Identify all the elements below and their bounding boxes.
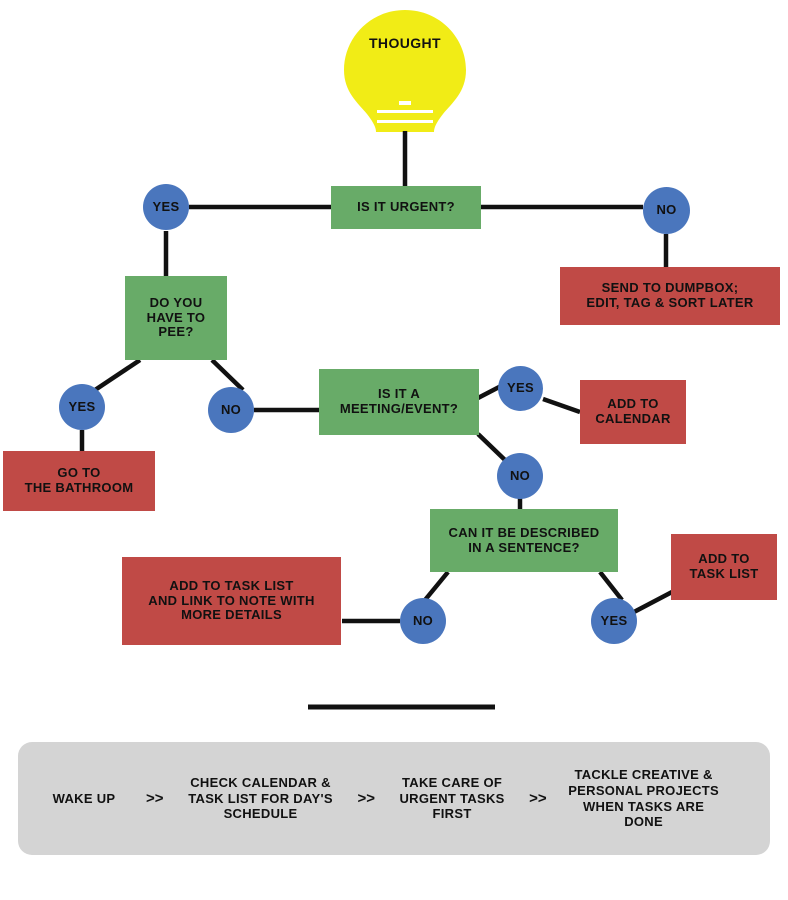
answer-urgent-yes[interactable]: YES xyxy=(143,184,189,230)
timeline-separator-1: >> xyxy=(146,790,164,807)
timeline-step-creative-projects: TACKLE CREATIVE & PERSONAL PROJECTS WHEN… xyxy=(568,767,719,830)
edge-sentence-to-yes xyxy=(598,570,624,602)
outcome-add-to-task-list-and-link[interactable]: ADD TO TASK LIST AND LINK TO NOTE WITH M… xyxy=(122,557,341,645)
edge-meeting-to-no xyxy=(476,432,507,462)
timeline-step-check-calendar: CHECK CALENDAR & TASK LIST FOR DAY'S SCH… xyxy=(188,775,333,822)
timeline-separator-2: >> xyxy=(357,790,376,807)
decision-do-you-have-to-pee[interactable]: DO YOU HAVE TO PEE? xyxy=(125,276,227,360)
answer-pee-no[interactable]: NO xyxy=(208,387,254,433)
edge-meetingyes-to-calendar xyxy=(542,396,581,415)
thought-label: THOUGHT xyxy=(368,35,441,51)
lightbulb-icon xyxy=(344,10,466,132)
edge-pee-to-yes xyxy=(93,358,142,392)
answer-pee-yes[interactable]: YES xyxy=(59,384,105,430)
flowchart-canvas: THOUGHT IS IT URGENT? DO YOU HAVE TO PEE… xyxy=(0,0,788,900)
answer-meeting-no[interactable]: NO xyxy=(497,453,543,499)
daily-routine-timeline: WAKE UP >> CHECK CALENDAR & TASK LIST FO… xyxy=(18,742,770,855)
answer-urgent-no[interactable]: NO xyxy=(643,187,690,234)
timeline-step-urgent-tasks: TAKE CARE OF URGENT TASKS FIRST xyxy=(399,775,505,822)
decision-can-it-be-described-in-a-sentence[interactable]: CAN IT BE DESCRIBED IN A SENTENCE? xyxy=(430,509,618,572)
decision-is-it-a-meeting-event[interactable]: IS IT A MEETING/EVENT? xyxy=(319,369,479,435)
outcome-add-to-calendar[interactable]: ADD TO CALENDAR xyxy=(580,380,686,444)
timeline-separator-3: >> xyxy=(529,790,547,807)
answer-sentence-yes[interactable]: YES xyxy=(591,598,637,644)
answer-meeting-yes[interactable]: YES xyxy=(498,366,543,411)
decision-is-it-urgent[interactable]: IS IT URGENT? xyxy=(331,186,481,229)
answer-sentence-no[interactable]: NO xyxy=(400,598,446,644)
edge-sentenceyes-to-tasklist xyxy=(632,590,674,614)
outcome-go-to-the-bathroom[interactable]: GO TO THE BATHROOM xyxy=(3,451,155,511)
edge-sentence-to-no xyxy=(423,570,450,602)
outcome-send-to-dumpbox[interactable]: SEND TO DUMPBOX; EDIT, TAG & SORT LATER xyxy=(560,267,780,325)
outcome-add-to-task-list[interactable]: ADD TO TASK LIST xyxy=(671,534,777,600)
edge-pee-to-no xyxy=(210,358,245,392)
timeline-step-wake-up: WAKE UP xyxy=(52,790,116,806)
